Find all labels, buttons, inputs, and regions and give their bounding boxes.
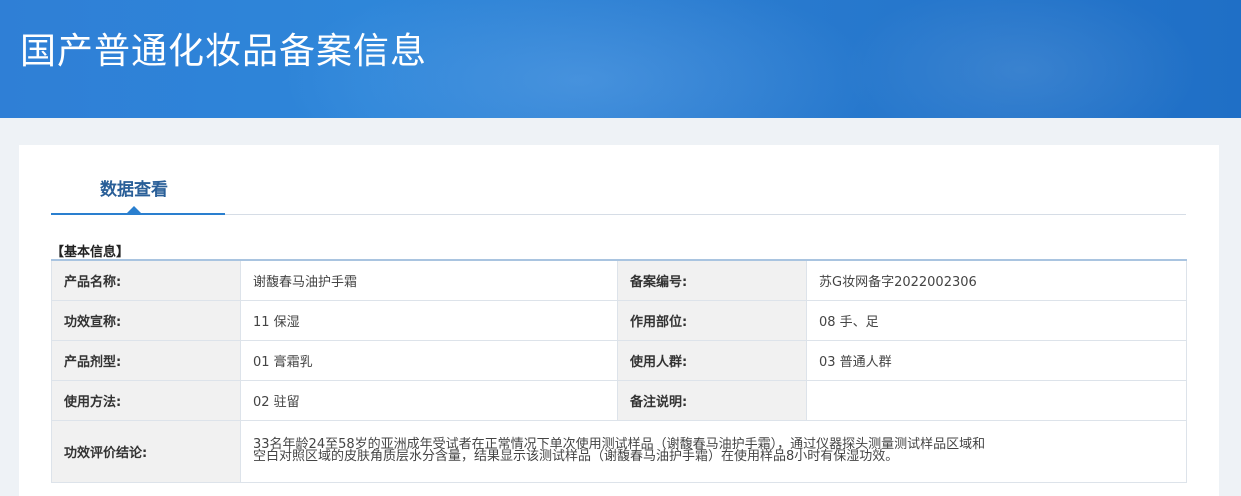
application-area-value: 08 手、足 (806, 299, 1187, 341)
tab-active-indicator-icon (127, 206, 141, 213)
filing-number-label: 备案编号: (617, 259, 807, 301)
remarks-value (806, 379, 1187, 421)
efficacy-conclusion-cell: 33名年龄24至58岁的亚洲成年受试者在正常情况下单次使用测试样品（谢馥春马油护… (240, 419, 1187, 483)
usage-method-label: 使用方法: (51, 379, 241, 421)
product-name-value: 谢馥春马油护手霜 (240, 259, 618, 301)
application-area-label: 作用部位: (617, 299, 807, 341)
efficacy-claim-value: 11 保湿 (240, 299, 618, 341)
table-row: 使用方法: 02 驻留 备注说明: (51, 379, 1187, 421)
content-card: 数据查看 【基本信息】 产品名称: 谢馥春马油护手霜 备案编号: 苏G妆网备字2… (19, 145, 1219, 496)
section-title: 【基本信息】 (51, 245, 130, 260)
header-banner: 国产普通化妆品备案信息 (0, 0, 1241, 118)
dosage-form-value: 01 膏霜乳 (240, 339, 618, 381)
tab-label: 数据查看 (100, 180, 168, 200)
table-row: 功效宣称: 11 保湿 作用部位: 08 手、足 (51, 299, 1187, 341)
remarks-label: 备注说明: (617, 379, 807, 421)
page-title: 国产普通化妆品备案信息 (20, 31, 428, 72)
efficacy-conclusion-label: 功效评价结论: (51, 419, 241, 483)
product-name-label: 产品名称: (51, 259, 241, 301)
tab-bar: 数据查看 (51, 145, 1186, 215)
target-users-label: 使用人群: (617, 339, 807, 381)
tab-data-view[interactable]: 数据查看 (51, 145, 225, 215)
efficacy-claim-label: 功效宣称: (51, 299, 241, 341)
dosage-form-label: 产品剂型: (51, 339, 241, 381)
info-table: 产品名称: 谢馥春马油护手霜 备案编号: 苏G妆网备字2022002306 功效… (51, 259, 1187, 483)
table-row: 产品名称: 谢馥春马油护手霜 备案编号: 苏G妆网备字2022002306 (51, 259, 1187, 301)
efficacy-conclusion-text: 33名年龄24至58岁的亚洲成年受试者在正常情况下单次使用测试样品（谢馥春马油护… (253, 437, 986, 464)
filing-number-value: 苏G妆网备字2022002306 (806, 259, 1187, 301)
usage-method-value: 02 驻留 (240, 379, 618, 421)
table-row: 产品剂型: 01 膏霜乳 使用人群: 03 普通人群 (51, 339, 1187, 381)
target-users-value: 03 普通人群 (806, 339, 1187, 381)
table-row: 功效评价结论: 33名年龄24至58岁的亚洲成年受试者在正常情况下单次使用测试样… (51, 419, 1187, 483)
